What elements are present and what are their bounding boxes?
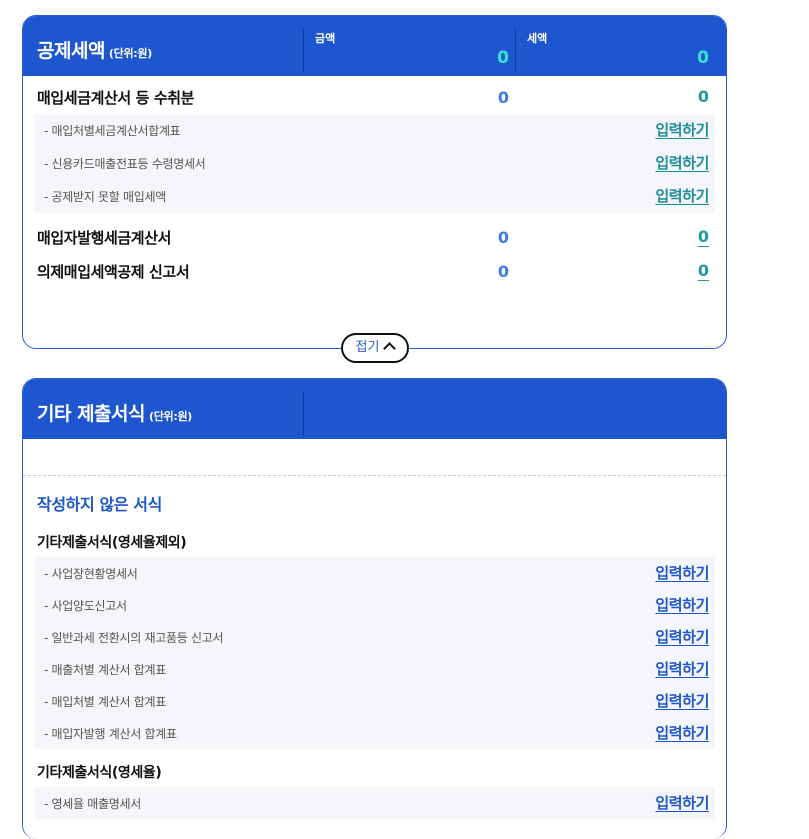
other-forms-header: 기타 제출서식 (단위:원) xyxy=(23,379,726,439)
input-link[interactable]: 입력하기 xyxy=(655,185,709,206)
input-link[interactable]: 입력하기 xyxy=(655,562,709,583)
row-tax-link[interactable]: 0 xyxy=(649,261,709,280)
collapse-label: 접기 xyxy=(355,340,380,355)
group-title: 기타제출서식(영세율제외) xyxy=(37,535,187,551)
list-item-label: - 영세율 매출명세서 xyxy=(44,797,141,811)
panel-title: 공제세액 (단위:원) xyxy=(37,36,152,63)
input-link[interactable]: 입력하기 xyxy=(655,658,709,679)
list-item-label: - 매입자발행 계산서 합계표 xyxy=(44,727,177,741)
list-item: - 매출처별 계산서 합계표 입력하기 xyxy=(34,653,715,685)
unit-label: (단위:원) xyxy=(108,47,152,60)
row-tax: 0 xyxy=(697,87,709,106)
row-amount: 0 xyxy=(497,88,509,107)
list-item-label: - 공제받지 못할 매입세액 xyxy=(44,190,166,204)
list-item: - 일반과세 전환시의 재고품등 신고서 입력하기 xyxy=(34,621,715,653)
input-link[interactable]: 입력하기 xyxy=(655,626,709,647)
input-link[interactable]: 입력하기 xyxy=(655,690,709,711)
input-link[interactable]: 입력하기 xyxy=(655,594,709,615)
list-item: - 공제받지 못할 매입세액 입력하기 xyxy=(34,180,715,213)
list-item: - 사업양도신고서 입력하기 xyxy=(34,589,715,621)
header-divider xyxy=(303,28,304,72)
list-item-label: - 일반과세 전환시의 재고품등 신고서 xyxy=(44,631,224,645)
input-link[interactable]: 입력하기 xyxy=(655,152,709,173)
tax-column-label: 세액 xyxy=(527,32,548,45)
list-item-label: - 매출처별 계산서 합계표 xyxy=(44,663,166,677)
header-tax-value: 0 xyxy=(697,48,709,68)
group2-list: - 영세율 매출명세서 입력하기 xyxy=(34,787,715,819)
dashed-divider xyxy=(23,475,726,476)
deduction-tax-header: 공제세액 (단위:원) 금액 세액 0 0 xyxy=(23,16,726,76)
list-item-label: - 사업양도신고서 xyxy=(44,599,127,613)
input-link[interactable]: 입력하기 xyxy=(655,792,709,813)
amount-column-label: 금액 xyxy=(315,32,336,45)
input-link[interactable]: 입력하기 xyxy=(655,722,709,743)
group-title: 기타제출서식(영세율) xyxy=(37,765,162,781)
chevron-up-icon xyxy=(383,342,397,355)
deduction-tax-panel: 공제세액 (단위:원) 금액 세액 0 0 매입세금계산서 등 수취분 0 0 -… xyxy=(22,15,727,363)
list-item-label: - 매입처별세금계산서합계표 xyxy=(44,124,181,138)
list-item: - 신용카드매출전표등 수령명세서 입력하기 xyxy=(34,147,715,180)
list-item: - 매입처별 계산서 합계표 입력하기 xyxy=(34,685,715,717)
collapse-button[interactable]: 접기 xyxy=(341,333,409,363)
buyer-issued-invoice-row: 매입자발행세금계산서 0 0 xyxy=(37,222,710,250)
panel-title: 기타 제출서식 (단위:원) xyxy=(37,399,192,426)
header-divider xyxy=(515,28,516,72)
header-amount-value: 0 xyxy=(497,48,509,68)
row-tax-link[interactable]: 0 xyxy=(649,227,709,246)
list-item: - 사업장현황명세서 입력하기 xyxy=(34,557,715,589)
unit-label: (단위:원) xyxy=(149,410,193,423)
other-forms-panel: 기타 제출서식 (단위:원) 작성하지 않은 서식 기타제출서식(영세율제외) -… xyxy=(22,378,727,839)
list-item-label: - 사업장현황명세서 xyxy=(44,567,138,581)
list-item: - 매입처별세금계산서합계표 입력하기 xyxy=(34,114,715,147)
purchase-invoice-row: 매입세금계산서 등 수취분 0 0 xyxy=(37,82,710,110)
purchase-invoice-sublist: - 매입처별세금계산서합계표 입력하기 - 신용카드매출전표등 수령명세서 입력… xyxy=(34,114,715,213)
input-link[interactable]: 입력하기 xyxy=(655,119,709,140)
list-item-label: - 매입처별 계산서 합계표 xyxy=(44,695,166,709)
row-amount: 0 xyxy=(497,228,509,247)
section-title: 작성하지 않은 서식 xyxy=(37,495,162,514)
group1-list: - 사업장현황명세서 입력하기 - 사업양도신고서 입력하기 - 일반과세 전환… xyxy=(34,557,715,749)
row-label: 의제매입세액공제 신고서 xyxy=(37,263,190,281)
list-item: - 영세율 매출명세서 입력하기 xyxy=(34,787,715,819)
row-amount: 0 xyxy=(497,262,509,281)
list-item: - 매입자발행 계산서 합계표 입력하기 xyxy=(34,717,715,749)
panel-title-text: 공제세액 xyxy=(37,40,105,62)
header-divider xyxy=(303,391,304,435)
panel-title-text: 기타 제출서식 xyxy=(37,403,146,425)
list-item-label: - 신용카드매출전표등 수령명세서 xyxy=(44,157,206,171)
row-label: 매입세금계산서 등 수취분 xyxy=(37,89,195,107)
row-label: 매입자발행세금계산서 xyxy=(37,229,172,247)
deemed-input-tax-row: 의제매입세액공제 신고서 0 0 xyxy=(37,256,710,284)
